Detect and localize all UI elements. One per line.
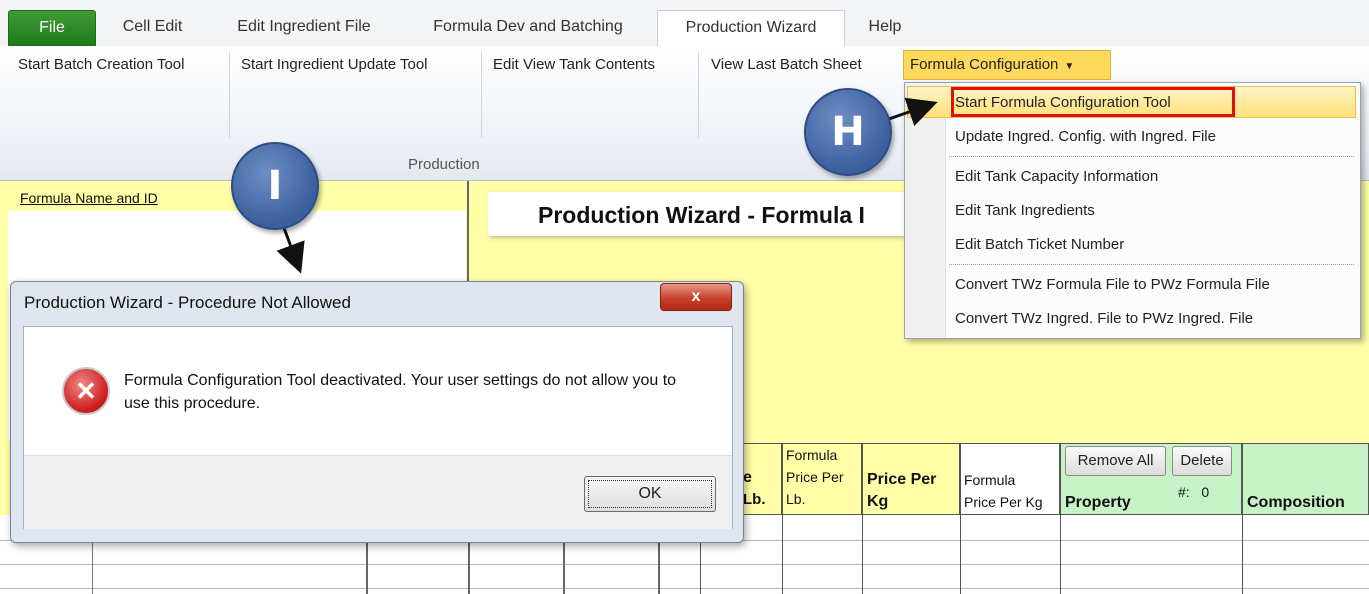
dialog-message: Formula Configuration Tool deactivated. … (124, 372, 677, 412)
callout-i-badge: I (231, 142, 319, 230)
error-icon: ✕ (62, 367, 110, 415)
callout-h-badge: H (804, 88, 892, 176)
ok-button[interactable]: OK (584, 476, 716, 512)
arrow-h (885, 97, 938, 127)
dialog-body: ✕ Formula Configuration Tool deactivated… (23, 326, 733, 529)
procedure-not-allowed-dialog: Production Wizard - Procedure Not Allowe… (10, 281, 744, 543)
dialog-footer: OK (24, 455, 732, 529)
dialog-title: Production Wizard - Procedure Not Allowe… (24, 293, 351, 312)
arrow-i (276, 227, 305, 274)
close-icon[interactable]: x (660, 283, 732, 311)
focus-ring (588, 480, 712, 508)
